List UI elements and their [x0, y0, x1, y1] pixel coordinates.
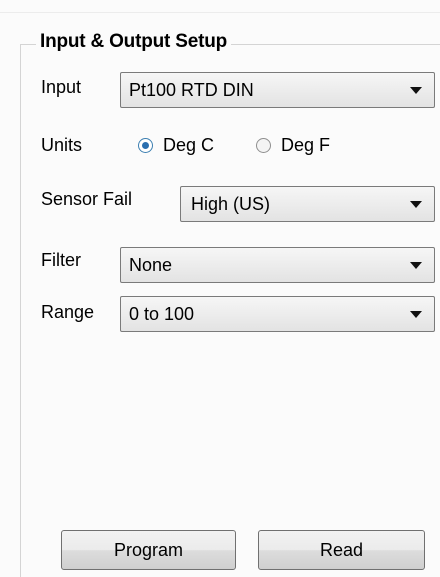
input-combobox-value: Pt100 RTD DIN: [129, 79, 254, 100]
chevron-down-icon[interactable]: [410, 86, 422, 94]
radio-button-unchecked[interactable]: [256, 138, 271, 153]
filter-combobox-value: None: [129, 254, 173, 275]
program-button[interactable]: Program: [61, 530, 236, 570]
range-combobox[interactable]: 0 to 100: [120, 296, 435, 332]
range-label: Range: [41, 302, 95, 322]
radio-deg-c[interactable]: Deg C: [138, 135, 214, 156]
radio-button-checked[interactable]: [138, 138, 153, 153]
radio-deg-c-label[interactable]: Deg C: [163, 135, 214, 156]
read-button[interactable]: Read: [258, 530, 425, 570]
input-combobox[interactable]: Pt100 RTD DIN: [120, 72, 435, 108]
filter-label: Filter: [41, 250, 81, 270]
radio-dot: [142, 142, 149, 149]
sensor-fail-combobox-value: High (US): [191, 193, 271, 214]
chevron-down-icon[interactable]: [410, 261, 422, 269]
group-title: Input & Output Setup: [36, 31, 232, 53]
filter-combobox[interactable]: None: [120, 247, 435, 283]
sensor-fail-label: Sensor Fail: [41, 189, 133, 209]
chevron-down-icon[interactable]: [410, 310, 422, 318]
radio-deg-f-label[interactable]: Deg F: [281, 135, 330, 156]
chevron-down-icon[interactable]: [410, 200, 422, 208]
units-label: Units: [41, 135, 83, 155]
radio-deg-f[interactable]: Deg F: [256, 135, 330, 156]
range-combobox-value: 0 to 100: [129, 303, 195, 324]
top-divider: [0, 12, 440, 13]
sensor-fail-combobox[interactable]: High (US): [180, 186, 435, 222]
input-label: Input: [41, 77, 82, 97]
